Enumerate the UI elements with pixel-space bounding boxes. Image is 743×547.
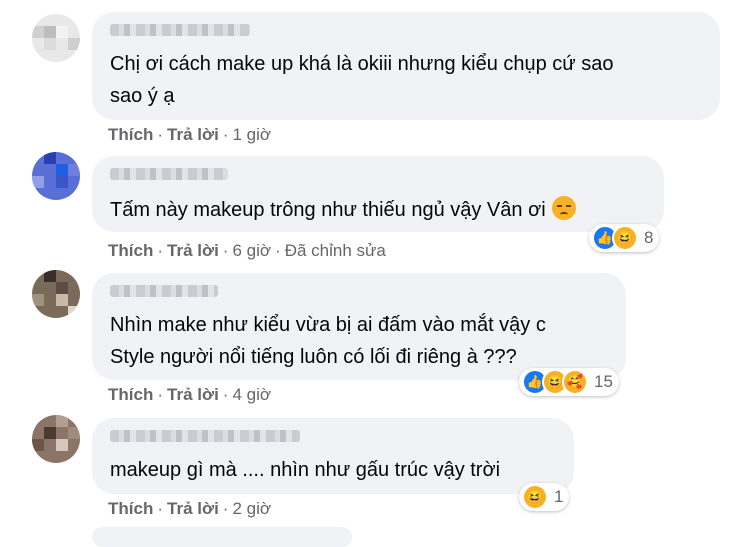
comment-text: Tấm này makeup trông như thiếu ngủ vậy V… [110,194,648,226]
comment-bubble: makeup gì mà .... nhìn như gấu trúc vậy … [92,418,574,494]
reaction-summary[interactable]: 👍 😆 🥰 15 [519,368,619,396]
avatar[interactable] [32,415,80,463]
author-name[interactable] [110,285,218,297]
comment-line: Nhìn make như kiểu vừa bị ai đấm vào mắt… [110,314,546,336]
comment-bubble-partial [92,527,352,547]
timestamp[interactable]: 6 giờ [232,241,271,260]
author-name[interactable] [110,168,228,180]
comment-text: makeup gì mà .... nhìn như gấu trúc vậy … [110,454,558,486]
haha-icon: 😆 [612,225,638,251]
reply-link[interactable]: Trả lời [167,241,219,260]
like-link[interactable]: Thích [108,241,153,260]
author-name[interactable] [110,430,300,442]
comment-bubble: Tấm này makeup trông như thiếu ngủ vậy V… [92,156,664,232]
like-link[interactable]: Thích [108,385,153,404]
reaction-count: 8 [644,228,654,247]
like-link[interactable]: Thích [108,125,153,144]
author-name[interactable] [110,24,250,36]
comment-bubble: Nhìn make như kiểu vừa bị ai đấm vào mắt… [92,273,626,380]
haha-icon: 😆 [522,484,548,510]
comment-meta: Thích · Trả lời · 6 giờ · Đã chỉnh sửa [108,241,386,260]
avatar[interactable] [32,14,80,62]
reaction-summary[interactable]: 👍 😆 8 [589,224,660,252]
reply-link[interactable]: Trả lời [167,499,219,518]
timestamp[interactable]: 4 giờ [232,385,271,404]
comment-line: sao ý ạ [110,85,175,107]
reply-link[interactable]: Trả lời [167,125,219,144]
reaction-count: 15 [594,372,613,391]
like-link[interactable]: Thích [108,499,153,518]
avatar[interactable] [32,152,80,200]
comment-meta: Thích · Trả lời · 2 giờ [108,499,272,518]
comment-meta: Thích · Trả lời · 1 giờ [108,125,272,144]
timestamp[interactable]: 2 giờ [232,499,271,518]
comment-bubble: Chị ơi cách make up khá là okiii nhưng k… [92,12,720,120]
reaction-summary[interactable]: 😆 1 [519,483,570,511]
comment-line: makeup gì mà .... nhìn như gấu trúc vậy … [110,459,501,481]
avatar[interactable] [32,270,80,318]
timestamp[interactable]: 1 giờ [232,125,271,144]
comment-text: Chị ơi cách make up khá là okiii nhưng k… [110,48,704,112]
disappointed-face-icon [551,196,576,220]
comment-line: Tấm này makeup trông như thiếu ngủ vậy V… [110,199,546,221]
comment-meta: Thích · Trả lời · 4 giờ [108,385,272,404]
edited-label[interactable]: Đã chỉnh sửa [285,241,386,260]
reply-link[interactable]: Trả lời [167,385,219,404]
care-icon: 🥰 [562,369,588,395]
reaction-count: 1 [554,487,564,506]
comment-text: Nhìn make như kiểu vừa bị ai đấm vào mắt… [110,309,610,373]
comment-line: Chị ơi cách make up khá là okiii nhưng k… [110,53,614,75]
